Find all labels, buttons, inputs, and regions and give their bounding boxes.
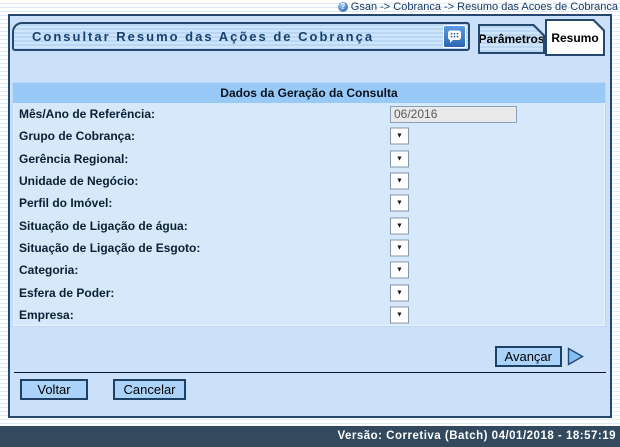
field-control <box>390 262 409 279</box>
dropdown[interactable] <box>390 195 409 212</box>
field-label: Grupo de Cobrança: <box>13 129 135 143</box>
back-button[interactable]: Voltar <box>20 379 88 400</box>
field-control <box>390 150 409 167</box>
form-panel: Dados da Geração da Consulta Mês/Ano de … <box>12 82 606 327</box>
field-control <box>390 195 409 212</box>
tab-resumo[interactable]: Resumo <box>545 19 605 56</box>
field-label: Situação de Ligação de água: <box>13 219 188 233</box>
tab-parametros[interactable]: Parâmetros <box>478 24 545 54</box>
dropdown[interactable] <box>390 217 409 234</box>
page-title-bar: Consultar Resumo das Ações de Cobrança <box>12 22 470 51</box>
version-text: Versão: Corretiva (Batch) 04/01/2018 - 1… <box>337 430 616 442</box>
divider <box>14 372 606 373</box>
chat-bubble-icon[interactable] <box>443 25 466 48</box>
field-control <box>390 284 409 301</box>
breadcrumb: ? Gsan -> Cobranca -> Resumo das Acoes d… <box>338 0 618 13</box>
field-label: Situação de Ligação de Esgoto: <box>13 241 200 255</box>
help-icon[interactable]: ? <box>338 2 348 12</box>
dropdown[interactable] <box>390 284 409 301</box>
dropdown[interactable] <box>390 128 409 145</box>
field-label: Unidade de Negócio: <box>13 174 138 188</box>
form-row: Empresa: <box>13 304 605 326</box>
arrow-right-icon[interactable] <box>567 347 584 366</box>
form-row: Unidade de Negócio: <box>13 170 605 192</box>
form-section-title: Dados da Geração da Consulta <box>13 83 605 103</box>
bottom-buttons: Voltar Cancelar <box>20 379 186 400</box>
form-row: Categoria: <box>13 259 605 281</box>
field-label: Perfil do Imóvel: <box>13 196 112 210</box>
form-row: Situação de Ligação de Esgoto: <box>13 237 605 259</box>
form-row: Grupo de Cobrança: <box>13 125 605 147</box>
field-label: Categoria: <box>13 263 78 277</box>
cancel-button[interactable]: Cancelar <box>113 379 186 400</box>
dropdown[interactable] <box>390 239 409 256</box>
dropdown[interactable] <box>390 150 409 167</box>
field-control <box>390 306 409 323</box>
main-window: Consultar Resumo das Ações de Cobrança P… <box>8 14 612 418</box>
field-control <box>390 239 409 256</box>
breadcrumb-text: Gsan -> Cobranca -> Resumo das Acoes de … <box>351 1 618 13</box>
field-label: Empresa: <box>13 308 74 322</box>
form-rows: Mês/Ano de Referência: Grupo de Cobrança… <box>13 103 605 326</box>
page-title: Consultar Resumo das Ações de Cobrança <box>32 29 374 44</box>
dropdown[interactable] <box>390 262 409 279</box>
tab-resumo-label: Resumo <box>547 21 603 54</box>
form-row: Situação de Ligação de água: <box>13 214 605 236</box>
month-year-input <box>390 106 517 123</box>
field-label: Gerência Regional: <box>13 152 128 166</box>
field-control <box>390 128 409 145</box>
tab-parametros-label: Parâmetros <box>480 26 543 52</box>
field-control <box>390 173 409 190</box>
field-label: Esfera de Poder: <box>13 286 114 300</box>
advance-area: Avançar <box>495 346 584 367</box>
dropdown[interactable] <box>390 173 409 190</box>
chat-bubble-glyph <box>446 28 463 45</box>
field-control <box>390 217 409 234</box>
form-row: Gerência Regional: <box>13 148 605 170</box>
form-row: Perfil do Imóvel: <box>13 192 605 214</box>
dropdown[interactable] <box>390 306 409 323</box>
form-row: Mês/Ano de Referência: <box>13 103 605 125</box>
field-control <box>390 105 517 123</box>
version-bar: Versão: Corretiva (Batch) 04/01/2018 - 1… <box>0 426 620 447</box>
field-label: Mês/Ano de Referência: <box>13 107 155 121</box>
form-row: Esfera de Poder: <box>13 281 605 303</box>
advance-button[interactable]: Avançar <box>495 346 562 367</box>
